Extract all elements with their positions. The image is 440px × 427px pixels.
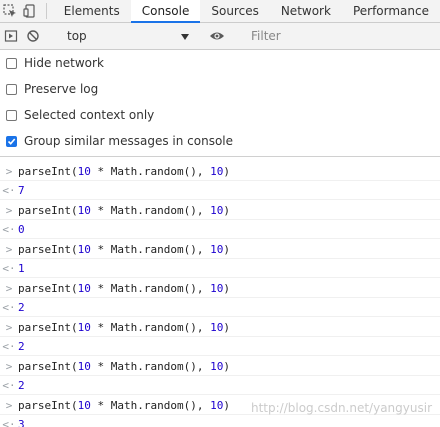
live-expression-eye-icon[interactable] <box>206 25 228 47</box>
setting-label: Selected context only <box>24 108 155 122</box>
console-result-line: <· 2 <box>0 376 440 395</box>
result-value: 2 <box>18 300 25 314</box>
clear-console-icon[interactable] <box>22 25 44 47</box>
input-code: parseInt(10 * Math.random(), 10) <box>18 359 230 373</box>
result-value: 0 <box>18 222 25 236</box>
result-value: 2 <box>18 339 25 353</box>
toolbar-separator <box>45 3 47 19</box>
console-input-line: > parseInt(10 * Math.random(), 10) <box>0 357 440 376</box>
tab-console[interactable]: Console <box>130 0 201 23</box>
watermark: http://blog.csdn.net/yangyusir <box>250 401 432 415</box>
tab-sources[interactable]: Sources <box>200 0 269 22</box>
input-prompt-icon: > <box>5 164 13 178</box>
input-code: parseInt(10 * Math.random(), 10) <box>18 164 230 178</box>
console-toolbar: top Filter <box>0 23 440 50</box>
result-arrow-icon: <· <box>2 417 16 427</box>
console-input-line: > parseInt(10 * Math.random(), 10) <box>0 201 440 220</box>
tab-elements[interactable]: Elements <box>53 0 131 22</box>
input-prompt-icon: > <box>5 398 13 412</box>
input-code: parseInt(10 * Math.random(), 10) <box>18 320 230 334</box>
context-select-value: top <box>67 29 87 43</box>
filter-input[interactable]: Filter <box>245 26 431 46</box>
result-value: 2 <box>18 378 25 392</box>
checkbox-hide-network[interactable] <box>6 57 17 69</box>
input-code: parseInt(10 * Math.random(), 10) <box>18 398 230 412</box>
console-result-line: <· 0 <box>0 220 440 239</box>
input-code: parseInt(10 * Math.random(), 10) <box>18 203 230 217</box>
input-code: parseInt(10 * Math.random(), 10) <box>18 281 230 295</box>
dropdown-arrow-icon <box>181 29 189 43</box>
console-input-line: > parseInt(10 * Math.random(), 10) <box>0 318 440 337</box>
result-arrow-icon: <· <box>2 222 16 236</box>
console-input-line: > parseInt(10 * Math.random(), 10) <box>0 240 440 259</box>
input-prompt-icon: > <box>5 320 13 334</box>
console-input-line: > parseInt(10 * Math.random(), 10) <box>0 162 440 181</box>
result-value: 7 <box>18 183 25 197</box>
context-select[interactable]: top <box>61 26 193 46</box>
tab-performance[interactable]: Performance <box>342 0 440 22</box>
input-prompt-icon: > <box>5 242 13 256</box>
result-arrow-icon: <· <box>2 378 16 392</box>
tab-network[interactable]: Network <box>270 0 342 22</box>
result-value: 3 <box>18 417 25 427</box>
input-prompt-icon: > <box>5 359 13 373</box>
setting-group-similar[interactable]: Group similar messages in console <box>6 132 233 150</box>
input-prompt-icon: > <box>5 281 13 295</box>
input-prompt-icon: > <box>5 203 13 217</box>
console-output[interactable]: > parseInt(10 * Math.random(), 10) <· 7 … <box>0 157 440 427</box>
setting-label: Group similar messages in console <box>24 134 233 148</box>
console-input-line: > parseInt(10 * Math.random(), 10) <box>0 279 440 298</box>
console-result-line: <· 7 <box>0 181 440 200</box>
setting-label: Preserve log <box>24 82 99 96</box>
inspect-element-icon[interactable] <box>0 0 20 22</box>
result-arrow-icon: <· <box>2 261 16 275</box>
console-result-line: <· 1 <box>0 259 440 278</box>
checkbox-preserve-log[interactable] <box>6 83 17 95</box>
checkbox-selected-context-only[interactable] <box>6 109 17 121</box>
console-result-line: <· 2 <box>0 298 440 317</box>
result-arrow-icon: <· <box>2 300 16 314</box>
checkbox-group-similar[interactable] <box>6 135 17 147</box>
setting-hide-network[interactable]: Hide network <box>6 54 104 72</box>
checkmark-icon <box>7 137 16 145</box>
show-sidebar-icon[interactable] <box>0 25 22 47</box>
result-value: 1 <box>18 261 25 275</box>
setting-selected-context-only[interactable]: Selected context only <box>6 106 154 124</box>
console-result-line: <· 3 <box>0 415 440 427</box>
result-arrow-icon: <· <box>2 339 16 353</box>
device-toolbar-icon[interactable] <box>20 0 40 22</box>
result-arrow-icon: <· <box>2 183 16 197</box>
console-settings-pane: Hide network Preserve log Selected conte… <box>0 50 440 157</box>
devtools-tabbar: Elements Console Sources Network Perform… <box>0 0 440 23</box>
setting-label: Hide network <box>24 56 104 70</box>
console-result-line: <· 2 <box>0 337 440 356</box>
input-code: parseInt(10 * Math.random(), 10) <box>18 242 230 256</box>
setting-preserve-log[interactable]: Preserve log <box>6 80 98 98</box>
